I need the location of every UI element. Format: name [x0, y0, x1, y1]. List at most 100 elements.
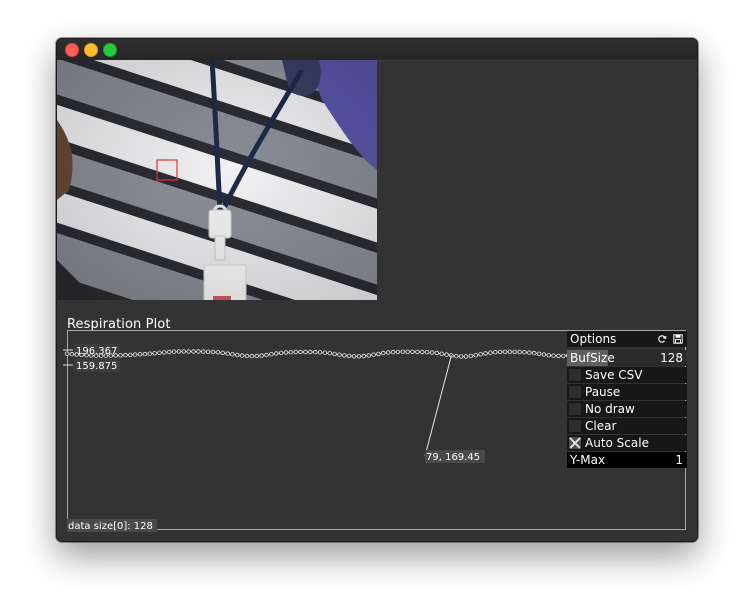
pause-option[interactable]: Pause	[567, 384, 687, 400]
data-point	[162, 350, 167, 355]
bufsize-label: BufSize	[570, 351, 615, 365]
data-point	[493, 350, 498, 355]
data-point	[269, 352, 274, 357]
bufsize-slider[interactable]: BufSize 128	[567, 350, 687, 366]
cursor-readout: 79, 169.45	[426, 452, 480, 463]
data-point	[429, 350, 435, 355]
data-point	[561, 353, 566, 359]
data-point	[288, 350, 293, 355]
y-max-field[interactable]: Y-Max 1	[567, 452, 687, 468]
app-window: Respiration Plot 196.367 159.875 79, 169…	[56, 38, 698, 542]
data-point	[74, 352, 79, 357]
data-point	[351, 354, 357, 359]
data-point	[531, 350, 537, 356]
data-point	[215, 350, 221, 355]
data-point	[132, 352, 138, 357]
data-point	[152, 351, 157, 356]
data-point	[259, 353, 264, 358]
data-point	[410, 349, 415, 354]
auto-scale-option[interactable]: Auto Scale	[567, 435, 687, 451]
no-draw-checkbox[interactable]	[569, 403, 581, 415]
data-point	[157, 350, 162, 355]
data-point	[488, 350, 493, 355]
save-csv-label: Save CSV	[585, 368, 643, 382]
data-point	[103, 353, 109, 358]
data-point	[507, 349, 512, 354]
no-draw-label: No draw	[585, 402, 635, 416]
clear-checkbox[interactable]	[569, 420, 581, 432]
data-point	[128, 352, 133, 358]
data-point	[327, 351, 332, 356]
data-point	[356, 354, 362, 359]
data-point	[118, 353, 123, 358]
data-point	[147, 351, 152, 356]
data-point	[541, 352, 547, 357]
data-point	[395, 349, 401, 355]
data-point	[244, 353, 250, 359]
no-draw-option[interactable]: No draw	[567, 401, 687, 417]
data-point	[361, 353, 366, 359]
data-point	[94, 353, 99, 358]
data-point	[176, 349, 182, 354]
data-size-label: data size[0]: 128	[68, 521, 153, 532]
data-point	[478, 352, 483, 357]
data-point	[230, 352, 235, 357]
data-point	[108, 353, 113, 358]
data-point	[405, 349, 410, 354]
data-point	[522, 350, 527, 355]
data-point	[473, 353, 478, 358]
data-point	[84, 353, 89, 358]
data-point	[337, 352, 342, 357]
data-point	[536, 351, 542, 356]
data-point	[332, 351, 337, 357]
clear-label: Clear	[585, 419, 617, 433]
data-point	[400, 349, 405, 354]
data-point	[225, 351, 230, 356]
data-point	[317, 350, 323, 355]
data-point	[444, 352, 449, 357]
data-point	[171, 349, 177, 354]
data-point	[468, 353, 474, 359]
data-point	[191, 349, 196, 354]
pause-label: Pause	[585, 385, 621, 399]
data-point	[123, 352, 128, 358]
bufsize-value: 128	[660, 351, 683, 365]
data-point	[69, 351, 75, 357]
data-point	[98, 353, 104, 358]
save-csv-option[interactable]: Save CSV	[567, 367, 687, 383]
data-point	[546, 353, 551, 358]
data-point	[79, 352, 84, 358]
data-point	[235, 352, 240, 358]
refresh-icon[interactable]	[657, 334, 667, 344]
data-point	[463, 354, 469, 359]
data-point	[424, 350, 430, 355]
pause-checkbox[interactable]	[569, 386, 581, 398]
data-point	[298, 349, 303, 355]
auto-scale-label: Auto Scale	[585, 436, 649, 450]
data-point	[186, 349, 191, 354]
options-panel-header[interactable]: Options	[567, 331, 687, 347]
data-point	[89, 353, 94, 358]
cursor-readout-group: 79, 169.45	[424, 355, 485, 463]
data-point	[512, 349, 517, 355]
data-point	[166, 349, 172, 355]
data-point	[556, 353, 561, 359]
clear-option[interactable]: Clear	[567, 418, 687, 434]
data-point	[313, 349, 318, 355]
data-point	[454, 354, 459, 359]
data-point	[283, 350, 289, 355]
save-disk-icon[interactable]	[673, 334, 683, 344]
auto-scale-checkbox[interactable]	[569, 437, 581, 449]
data-point	[196, 349, 201, 354]
y-max-field-label: Y-Max	[570, 453, 606, 467]
data-point	[278, 350, 284, 356]
data-point	[137, 352, 143, 357]
data-point	[497, 349, 503, 355]
data-point	[483, 351, 488, 356]
save-csv-checkbox[interactable]	[569, 369, 581, 381]
data-point	[371, 352, 376, 357]
data-point	[459, 354, 464, 359]
data-point	[381, 350, 386, 356]
data-point	[64, 351, 70, 356]
data-point	[210, 349, 216, 355]
